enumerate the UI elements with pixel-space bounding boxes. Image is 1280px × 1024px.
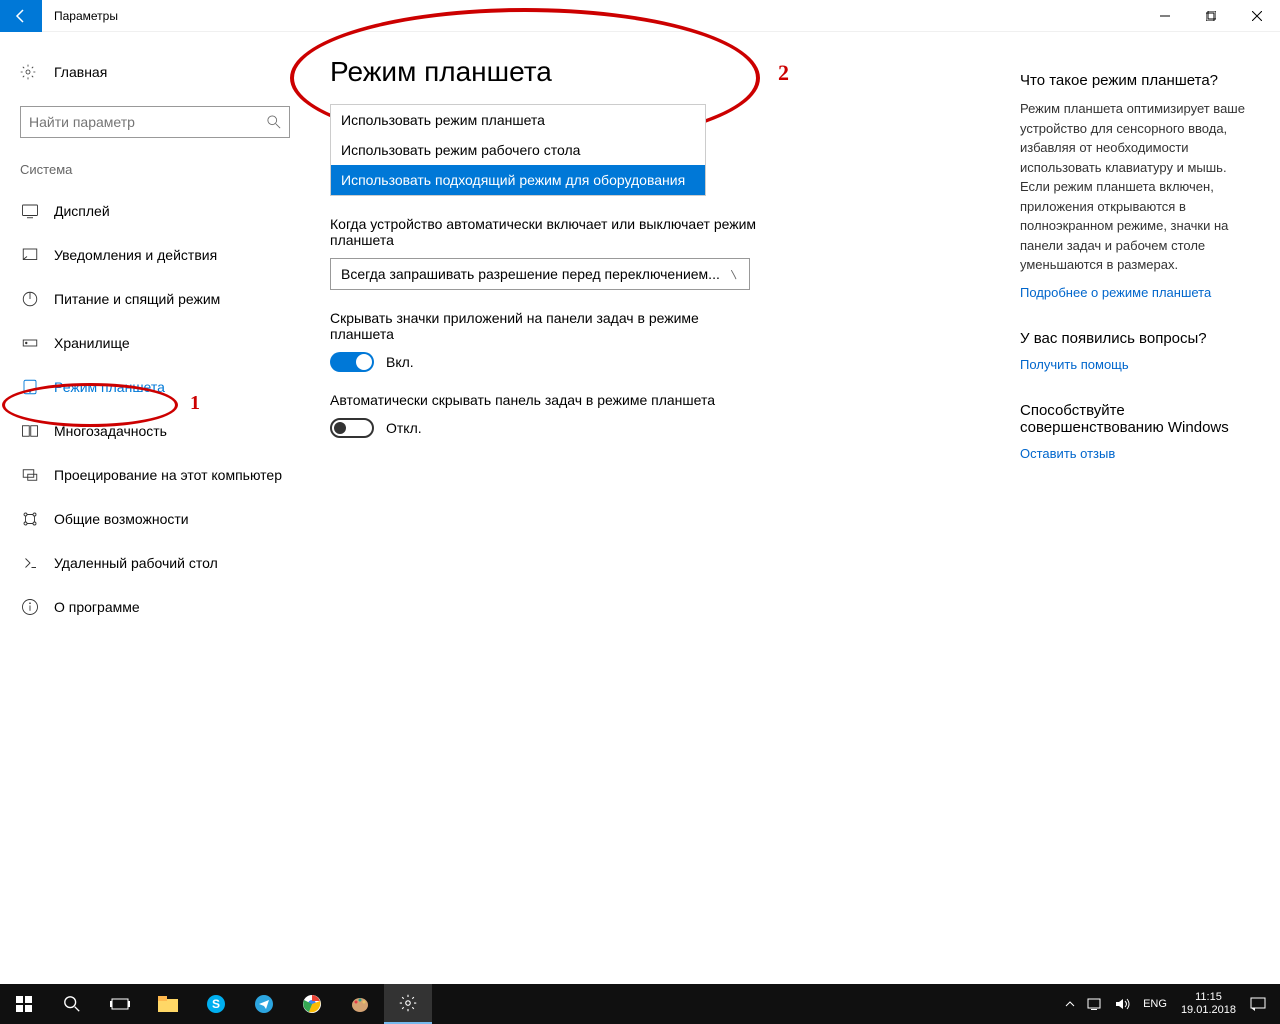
nav-label: Удаленный рабочий стол <box>54 555 218 571</box>
skype-taskbar-icon[interactable]: S <box>192 984 240 1024</box>
nav-label: Хранилище <box>54 335 130 351</box>
search-icon <box>267 115 281 129</box>
remote-icon <box>20 553 40 573</box>
search-taskbar-button[interactable] <box>48 984 96 1024</box>
tray-action-center-icon[interactable] <box>1244 984 1272 1024</box>
tray-chevron-icon[interactable] <box>1059 984 1081 1024</box>
task-view-button[interactable] <box>96 984 144 1024</box>
window-title: Параметры <box>54 9 118 23</box>
section-label: Система <box>20 162 310 177</box>
nav-tablet-mode[interactable]: Режим планшета <box>20 365 310 409</box>
annotation-label-1: 1 <box>190 392 200 415</box>
annotation-label-2: 2 <box>778 60 789 86</box>
gear-icon <box>20 64 40 80</box>
notifications-icon <box>20 245 40 265</box>
display-icon <box>20 201 40 221</box>
tablet-icon <box>20 377 40 397</box>
paint-taskbar-icon[interactable] <box>336 984 384 1024</box>
chevron-down-icon: 〵 <box>729 267 739 282</box>
settings-taskbar-icon[interactable] <box>384 984 432 1024</box>
search-input[interactable] <box>29 114 267 130</box>
page-title: Режим планшета <box>330 56 1000 88</box>
learn-more-link[interactable]: Подробнее о режиме планшета <box>1020 285 1260 300</box>
nav-label: Питание и спящий режим <box>54 291 220 307</box>
nav-remote-desktop[interactable]: Удаленный рабочий стол <box>20 541 310 585</box>
home-label: Главная <box>54 64 107 80</box>
tray-network-icon[interactable] <box>1081 984 1109 1024</box>
tray-volume-icon[interactable] <box>1109 984 1137 1024</box>
maximize-button[interactable] <box>1188 0 1234 32</box>
toggle-state-label: Вкл. <box>386 354 414 370</box>
system-tray: ENG 11:15 19.01.2018 <box>1059 984 1280 1024</box>
setting-label: Автоматически скрывать панель задач в ре… <box>330 392 760 408</box>
chrome-taskbar-icon[interactable] <box>288 984 336 1024</box>
auto-switch-dropdown[interactable]: Всегда запрашивать разрешение перед пере… <box>330 258 750 290</box>
shared-icon <box>20 509 40 529</box>
dropdown-option[interactable]: Использовать режим планшета <box>331 105 705 135</box>
home-nav[interactable]: Главная <box>20 52 310 92</box>
search-box[interactable] <box>20 106 290 138</box>
feedback-heading: Способствуйте совершенствованию Windows <box>1020 402 1260 436</box>
main-content: 2 Режим планшета Использовать режим план… <box>310 32 1020 984</box>
tray-date: 19.01.2018 <box>1181 1004 1236 1017</box>
taskbar: S ENG 11:15 19.01.2018 <box>0 984 1280 1024</box>
toggle-state-label: Откл. <box>386 420 422 436</box>
dropdown-option-selected[interactable]: Использовать подходящий режим для оборуд… <box>331 165 705 195</box>
sidebar: Главная Система Дисплей Уведомления и де… <box>0 32 310 984</box>
tray-clock[interactable]: 11:15 19.01.2018 <box>1173 984 1244 1024</box>
nav-shared[interactable]: Общие возможности <box>20 497 310 541</box>
nav-label: О программе <box>54 599 140 615</box>
nav-label: Проецирование на этот компьютер <box>54 467 282 483</box>
nav-storage[interactable]: Хранилище <box>20 321 310 365</box>
project-icon <box>20 465 40 485</box>
nav-display[interactable]: Дисплей <box>20 189 310 233</box>
get-help-link[interactable]: Получить помощь <box>1020 357 1260 372</box>
feedback-link[interactable]: Оставить отзыв <box>1020 446 1260 461</box>
setting-label: Когда устройство автоматически включает … <box>330 216 760 248</box>
tray-time: 11:15 <box>1195 991 1222 1004</box>
info-heading: Что такое режим планшета? <box>1020 72 1260 89</box>
dropdown-option[interactable]: Использовать режим рабочего стола <box>331 135 705 165</box>
explorer-taskbar-icon[interactable] <box>144 984 192 1024</box>
nav-label: Дисплей <box>54 203 110 219</box>
nav-notifications[interactable]: Уведомления и действия <box>20 233 310 277</box>
nav-label: Общие возможности <box>54 511 189 527</box>
minimize-button[interactable] <box>1142 0 1188 32</box>
back-button[interactable] <box>0 0 42 32</box>
multitasking-icon <box>20 421 40 441</box>
start-button[interactable] <box>0 984 48 1024</box>
setting-label: Скрывать значки приложений на панели зад… <box>330 310 760 342</box>
questions-heading: У вас появились вопросы? <box>1020 330 1260 347</box>
info-pane: Что такое режим планшета? Режим планшета… <box>1020 32 1280 984</box>
telegram-taskbar-icon[interactable] <box>240 984 288 1024</box>
hide-taskbar-toggle[interactable] <box>330 418 374 438</box>
nav-label: Уведомления и действия <box>54 247 217 263</box>
info-text: Режим планшета оптимизирует ваше устройс… <box>1020 99 1260 275</box>
signin-mode-dropdown[interactable]: Использовать режим планшета Использовать… <box>330 104 706 196</box>
hide-icons-toggle[interactable] <box>330 352 374 372</box>
storage-icon <box>20 333 40 353</box>
nav-label: Многозадачность <box>54 423 167 439</box>
close-button[interactable] <box>1234 0 1280 32</box>
tray-language[interactable]: ENG <box>1137 984 1173 1024</box>
dropdown-value: Всегда запрашивать разрешение перед пере… <box>341 266 720 282</box>
svg-text:S: S <box>212 997 220 1011</box>
titlebar: Параметры <box>0 0 1280 32</box>
nav-projecting[interactable]: Проецирование на этот компьютер <box>20 453 310 497</box>
nav-about[interactable]: О программе <box>20 585 310 629</box>
info-icon <box>20 597 40 617</box>
nav-power[interactable]: Питание и спящий режим <box>20 277 310 321</box>
power-icon <box>20 289 40 309</box>
nav-label: Режим планшета <box>54 379 165 395</box>
nav-multitasking[interactable]: Многозадачность <box>20 409 310 453</box>
